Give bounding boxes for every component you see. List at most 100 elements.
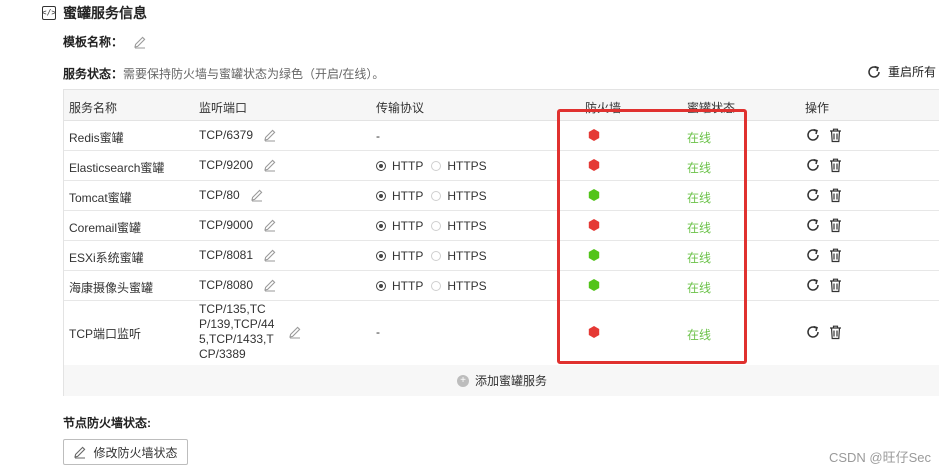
restart-icon[interactable]	[805, 127, 821, 143]
port-value: TCP/9000	[199, 218, 254, 232]
protocol-radio-group: HTTP HTTPS	[376, 249, 487, 263]
https-radio-option[interactable]: HTTPS	[431, 279, 487, 293]
template-name-label: 模板名称：	[63, 35, 124, 49]
port-cell: TCP/6379	[199, 128, 277, 142]
edit-port-pencil-icon[interactable]	[263, 128, 277, 142]
delete-icon[interactable]	[828, 157, 843, 173]
row-actions	[805, 277, 843, 293]
restart-icon[interactable]	[805, 217, 821, 233]
add-honeypot-service-label: 添加蜜罐服务	[474, 374, 547, 388]
https-radio-option[interactable]: HTTPS	[431, 219, 487, 233]
port-cell: TCP/9000	[199, 218, 277, 232]
delete-icon[interactable]	[828, 247, 843, 263]
edit-port-pencil-icon[interactable]	[263, 218, 277, 232]
restart-all-button[interactable]: 重启所有	[866, 63, 936, 80]
table-row: Elasticsearch蜜罐 TCP/9200 HTTP HTTPS 在线	[64, 150, 939, 181]
protocol-radio-group: HTTP HTTPS	[376, 279, 487, 293]
restart-icon[interactable]	[805, 277, 821, 293]
https-radio-option[interactable]: HTTPS	[431, 189, 487, 203]
protocol-radio-group: HTTP HTTPS	[376, 219, 487, 233]
edit-port-pencil-icon[interactable]	[263, 248, 277, 262]
honeypot-table: 服务名称 监听端口 传输协议 防火墙 蜜罐状态 操作 Redis蜜罐 TCP/6…	[63, 89, 939, 396]
http-radio-option[interactable]: HTTP	[376, 219, 423, 233]
radio-unchecked-icon[interactable]	[431, 161, 442, 171]
service-status-label: 服务状态：	[63, 67, 124, 81]
protocol-radio-group: HTTP HTTPS	[376, 159, 487, 173]
port-cell: TCP/80	[199, 188, 264, 202]
service-name: Redis蜜罐	[69, 131, 124, 145]
radio-unchecked-icon[interactable]	[431, 281, 442, 291]
table-header: 服务名称 监听端口 传输协议 防火墙 蜜罐状态 操作	[64, 90, 939, 121]
http-radio-option[interactable]: HTTP	[376, 189, 423, 203]
restart-icon[interactable]	[805, 247, 821, 263]
radio-checked-icon[interactable]	[376, 251, 386, 261]
http-radio-option[interactable]: HTTP	[376, 279, 423, 293]
modify-firewall-status-button[interactable]: 修改防火墙状态	[63, 439, 188, 465]
delete-icon[interactable]	[828, 277, 843, 293]
edit-port-pencil-icon[interactable]	[263, 158, 277, 172]
delete-icon[interactable]	[828, 217, 843, 233]
header-actions: 操作	[805, 101, 830, 115]
port-cell: TCP/9200	[199, 158, 277, 172]
row-actions	[805, 247, 843, 263]
http-radio-option[interactable]: HTTP	[376, 249, 423, 263]
radio-checked-icon[interactable]	[376, 221, 386, 231]
edit-port-pencil-icon[interactable]	[263, 278, 277, 292]
port-value-multiline: TCP/135,TC P/139,TCP/44 5,TCP/1433,T CP/…	[199, 302, 275, 361]
row-actions	[805, 187, 843, 203]
radio-checked-icon[interactable]	[376, 281, 386, 291]
service-status-hint: 需要保持防火墙与蜜罐状态为绿色（开启/在线）。	[123, 67, 385, 81]
https-radio-option[interactable]: HTTPS	[431, 249, 487, 263]
protocol-value: -	[376, 129, 380, 143]
service-name: ESXi系统蜜罐	[69, 251, 144, 265]
edit-port-pencil-icon[interactable]	[250, 188, 264, 202]
radio-checked-icon[interactable]	[376, 161, 386, 171]
port-value: TCP/9200	[199, 158, 254, 172]
table-row: Redis蜜罐 TCP/6379 - 在线	[64, 120, 939, 151]
row-actions	[805, 157, 843, 173]
port-value: TCP/80	[199, 188, 240, 202]
add-honeypot-service-button[interactable]: + 添加蜜罐服务	[64, 365, 939, 396]
service-name: 海康摄像头蜜罐	[69, 281, 154, 295]
protocol-radio-group: HTTP HTTPS	[376, 189, 487, 203]
table-row: 海康摄像头蜜罐 TCP/8080 HTTP HTTPS 在线	[64, 270, 939, 301]
node-firewall-status-title: 节点防火墙状态:	[63, 416, 151, 430]
radio-unchecked-icon[interactable]	[431, 251, 442, 261]
delete-icon[interactable]	[828, 127, 843, 143]
service-name: Tomcat蜜罐	[69, 191, 132, 205]
header-listen-port: 监听端口	[199, 101, 248, 115]
table-row: Tomcat蜜罐 TCP/80 HTTP HTTPS 在线	[64, 180, 939, 211]
radio-unchecked-icon[interactable]	[431, 221, 442, 231]
delete-icon[interactable]	[828, 324, 843, 340]
service-status-row: 服务状态： 需要保持防火墙与蜜罐状态为绿色（开启/在线）。	[63, 65, 384, 82]
plus-icon: +	[456, 374, 469, 387]
header-service-name: 服务名称	[69, 101, 118, 115]
row-actions	[805, 217, 843, 233]
header-protocol: 传输协议	[376, 101, 425, 115]
edit-port-pencil-icon[interactable]	[288, 325, 302, 339]
port-value: TCP/8081	[199, 248, 254, 262]
http-radio-option[interactable]: HTTP	[376, 159, 423, 173]
port-value: TCP/6379	[199, 128, 254, 142]
watermark: CSDN @旺仔Sec	[828, 450, 931, 465]
modify-firewall-status-label: 修改防火墙状态	[93, 445, 178, 460]
edit-template-pencil-icon[interactable]	[133, 35, 147, 49]
https-radio-option[interactable]: HTTPS	[431, 159, 487, 173]
restart-icon[interactable]	[805, 157, 821, 173]
section-header: </> 蜜罐服务信息	[42, 4, 147, 22]
code-icon: </>	[42, 6, 56, 20]
table-row: ESXi系统蜜罐 TCP/8081 HTTP HTTPS 在线	[64, 240, 939, 271]
protocol-value: -	[376, 325, 380, 339]
restart-icon[interactable]	[805, 324, 821, 340]
radio-checked-icon[interactable]	[376, 191, 386, 201]
pencil-icon	[73, 445, 87, 459]
section-title: 蜜罐服务信息	[63, 5, 147, 21]
radio-unchecked-icon[interactable]	[431, 191, 442, 201]
restart-all-label: 重启所有	[888, 65, 937, 79]
delete-icon[interactable]	[828, 187, 843, 203]
port-value: TCP/8080	[199, 278, 254, 292]
service-name: Elasticsearch蜜罐	[69, 161, 165, 175]
service-name: TCP端口监听	[69, 327, 142, 341]
port-cell: TCP/8081	[199, 248, 277, 262]
restart-icon[interactable]	[805, 187, 821, 203]
